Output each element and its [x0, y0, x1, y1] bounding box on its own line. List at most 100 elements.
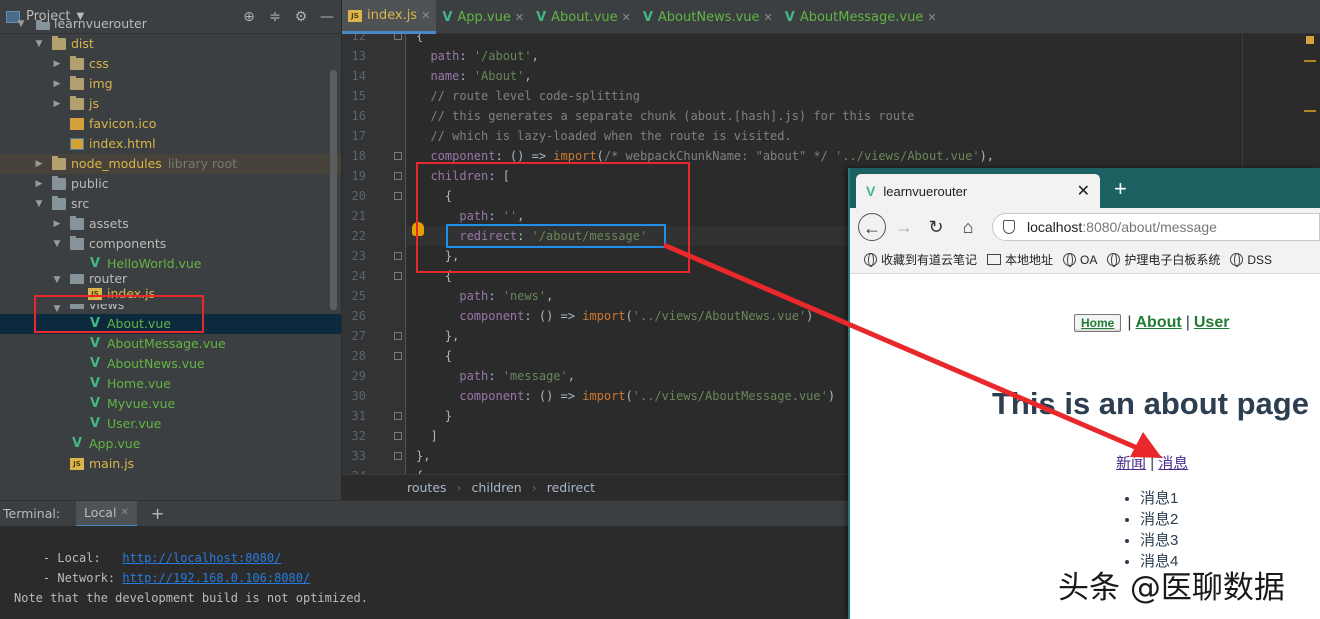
- tree-item-home-vue[interactable]: V Home.vue: [0, 374, 341, 394]
- fold-marker-icon[interactable]: [394, 332, 402, 340]
- tab-aboutnews-vue[interactable]: V AboutNews.vue ✕: [637, 0, 779, 34]
- fold-marker-icon[interactable]: [394, 34, 402, 40]
- close-icon[interactable]: ✕: [622, 11, 631, 24]
- message-link[interactable]: 消息: [1158, 455, 1188, 472]
- code-line[interactable]: ]: [416, 426, 437, 446]
- tree-item-aboutmessage-vue[interactable]: V AboutMessage.vue: [0, 334, 341, 354]
- code-line[interactable]: // route level code-splitting: [416, 86, 640, 106]
- new-tab-button[interactable]: +: [1114, 176, 1127, 202]
- tree-item-assets[interactable]: ▶ assets: [0, 214, 341, 234]
- change-marker[interactable]: [1304, 110, 1316, 112]
- close-icon[interactable]: ✕: [421, 9, 430, 22]
- tree-item-src[interactable]: ▼ src: [0, 194, 341, 214]
- fold-marker-icon[interactable]: [394, 412, 402, 420]
- tree-item-css[interactable]: ▶ css: [0, 54, 341, 74]
- tree-item-app-vue[interactable]: V App.vue: [0, 434, 341, 454]
- tab-about-vue[interactable]: V About.vue ✕: [530, 0, 637, 34]
- fold-marker-icon[interactable]: [394, 172, 402, 180]
- new-terminal-button[interactable]: +: [151, 504, 164, 523]
- home-button[interactable]: Home: [1074, 314, 1122, 332]
- breadcrumb-routes[interactable]: routes: [407, 480, 447, 495]
- fold-marker-icon[interactable]: [394, 272, 402, 280]
- code-line[interactable]: path: 'news',: [416, 286, 553, 306]
- about-link[interactable]: About: [1136, 314, 1182, 332]
- tree-scrollbar[interactable]: [330, 70, 337, 310]
- bookmark-dss[interactable]: DSS: [1230, 253, 1272, 267]
- home-icon[interactable]: ⌂: [954, 213, 982, 241]
- tree-item-public[interactable]: ▶ public: [0, 174, 341, 194]
- back-icon[interactable]: ←: [858, 213, 886, 241]
- code-line[interactable]: path: 'message',: [416, 366, 575, 386]
- bookmark-nursing[interactable]: 护理电子白板系统: [1107, 251, 1220, 268]
- fold-marker-icon[interactable]: [394, 152, 402, 160]
- code-line[interactable]: {: [416, 346, 452, 366]
- bookmark-local[interactable]: 本地地址: [987, 251, 1053, 268]
- fold-marker-icon[interactable]: [394, 352, 402, 360]
- shield-icon[interactable]: [1003, 220, 1015, 234]
- tree-item-img[interactable]: ▶ img: [0, 74, 341, 94]
- browser-tab[interactable]: V learnvuerouter ✕: [856, 174, 1100, 208]
- news-link[interactable]: 新闻: [1116, 455, 1146, 472]
- forward-icon[interactable]: →: [890, 213, 918, 241]
- tree-item-favicon[interactable]: favicon.ico: [0, 114, 341, 134]
- code-line[interactable]: },: [416, 446, 430, 466]
- minimize-icon[interactable]: —: [319, 9, 335, 25]
- close-icon[interactable]: ✕: [515, 11, 524, 24]
- line-number: 30: [351, 389, 366, 403]
- tree-item-main-js[interactable]: JS main.js: [0, 454, 341, 474]
- code-line[interactable]: component: () => import('../views/AboutN…: [416, 306, 813, 326]
- message-list: 消息1 消息2 消息3 消息4: [1140, 488, 1178, 572]
- close-icon[interactable]: ✕: [1077, 181, 1090, 201]
- tree-item-components[interactable]: ▼ components: [0, 234, 341, 254]
- chevron-right-icon: ›: [531, 480, 537, 495]
- user-link[interactable]: User: [1194, 314, 1230, 332]
- tree-item-index-html[interactable]: index.html: [0, 134, 341, 154]
- fold-marker-icon[interactable]: [394, 252, 402, 260]
- close-icon[interactable]: ✕: [120, 507, 128, 518]
- network-url-link[interactable]: http://192.168.0.106:8080/: [122, 571, 310, 585]
- tree-item-myvue-vue[interactable]: V Myvue.vue: [0, 394, 341, 414]
- tree-item-router[interactable]: ▼ router: [0, 274, 341, 284]
- tab-aboutmessage-vue[interactable]: V AboutMessage.vue ✕: [779, 0, 943, 34]
- collapse-all-icon[interactable]: ≑: [267, 9, 283, 25]
- code-line[interactable]: },: [416, 326, 459, 346]
- fold-marker-icon[interactable]: [394, 192, 402, 200]
- code-line[interactable]: name: 'About',: [416, 66, 531, 86]
- breadcrumb-children[interactable]: children: [472, 480, 522, 495]
- code-line[interactable]: path: '/about',: [416, 46, 538, 66]
- fold-marker-icon[interactable]: [394, 452, 402, 460]
- fold-marker-icon[interactable]: [394, 432, 402, 440]
- tree-item-user-vue[interactable]: V User.vue: [0, 414, 341, 434]
- gear-icon[interactable]: ⚙: [293, 9, 309, 25]
- change-marker[interactable]: [1304, 60, 1316, 62]
- tree-item-node-modules[interactable]: ▶ node_modules library root: [0, 154, 341, 174]
- editor-gutter: 12 13 14 15 16 17 18 19 20 21 22 23 24 25 26 27 28 29 30 31…: [342, 34, 406, 474]
- code-line[interactable]: }: [416, 406, 452, 426]
- bookmark-oa[interactable]: OA: [1063, 253, 1097, 267]
- tree-item-helloworld[interactable]: V HelloWorld.vue: [0, 254, 341, 274]
- code-line[interactable]: {: [416, 34, 423, 46]
- tree-item-js[interactable]: ▶ js: [0, 94, 341, 114]
- code-line[interactable]: component: () => import('../views/AboutM…: [416, 386, 835, 406]
- tab-local[interactable]: Local ✕: [76, 500, 137, 527]
- bookmark-youdao[interactable]: 收藏到有道云笔记: [864, 251, 977, 268]
- address-bar[interactable]: localhost:8080/about/message: [992, 213, 1320, 241]
- warning-marker[interactable]: [1306, 36, 1314, 44]
- reload-icon[interactable]: ↻: [922, 213, 950, 241]
- tree-item-dist[interactable]: ▼ dist: [0, 34, 341, 54]
- close-icon[interactable]: ✕: [927, 11, 936, 24]
- tree-item-learnvuerouter[interactable]: ▼ learnvuerouter: [0, 17, 341, 34]
- code-line[interactable]: // which is lazy-loaded when the route i…: [416, 126, 791, 146]
- code-line[interactable]: // this generates a separate chunk (abou…: [416, 106, 914, 126]
- vue-logo-icon: V: [866, 183, 876, 199]
- watermark: 头条 @医聊数据: [1058, 570, 1285, 606]
- breadcrumb-redirect[interactable]: redirect: [547, 480, 595, 495]
- locate-icon[interactable]: ⊕: [241, 9, 257, 25]
- tab-app-vue[interactable]: V App.vue ✕: [436, 0, 530, 34]
- terminal-local-line: - Local: http://localhost:8080/: [14, 528, 281, 565]
- close-icon[interactable]: ✕: [764, 11, 773, 24]
- address-path: :8080/about/message: [1082, 219, 1217, 235]
- tree-item-aboutnews-vue[interactable]: V AboutNews.vue: [0, 354, 341, 374]
- code-line[interactable]: {: [416, 466, 423, 474]
- tab-index-js[interactable]: JS index.js ✕: [342, 0, 437, 34]
